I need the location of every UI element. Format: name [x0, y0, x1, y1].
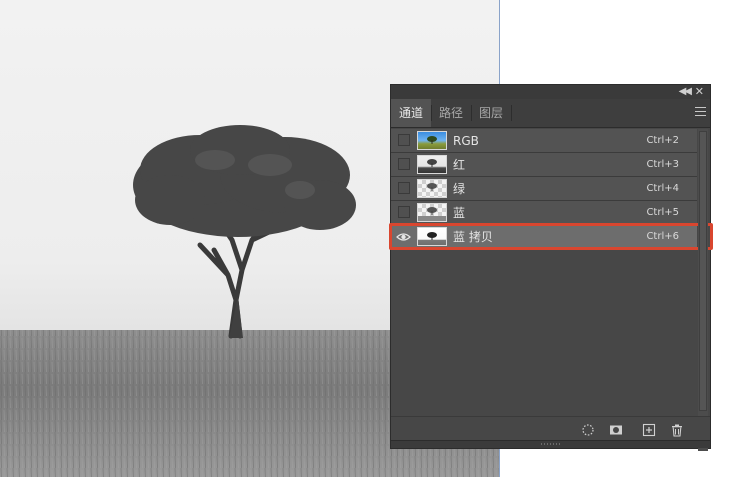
tab-paths[interactable]: 路径 — [431, 99, 471, 127]
channel-row-green[interactable]: 绿 Ctrl+4 — [391, 177, 697, 201]
channel-list: RGB Ctrl+2 红 Ctrl+3 绿 Ctrl+4 蓝 Ctrl+5 蓝 … — [389, 129, 713, 250]
channel-shortcut: Ctrl+5 — [646, 207, 679, 218]
channel-shortcut: Ctrl+2 — [646, 135, 679, 146]
channel-name: 蓝 — [453, 206, 466, 220]
save-selection-icon[interactable] — [609, 423, 623, 437]
visibility-toggle[interactable] — [398, 206, 410, 218]
channel-name: 红 — [453, 158, 466, 172]
load-selection-icon[interactable] — [581, 423, 595, 437]
channel-row-rgb[interactable]: RGB Ctrl+2 — [391, 129, 697, 153]
channel-row-blue[interactable]: 蓝 Ctrl+5 — [391, 201, 697, 225]
visibility-toggle[interactable] — [398, 182, 410, 194]
channel-thumbnail — [417, 227, 447, 246]
channel-name: RGB — [453, 134, 479, 148]
collapse-panel-icon[interactable]: ◀◀ — [679, 85, 692, 99]
channel-shortcut: Ctrl+4 — [646, 183, 679, 194]
channel-shortcut: Ctrl+6 — [646, 231, 679, 242]
channel-row-red[interactable]: 红 Ctrl+3 — [391, 153, 697, 177]
panel-titlebar[interactable]: ◀◀ ✕ — [391, 85, 710, 99]
channel-row-blue-copy[interactable]: 蓝 拷贝 Ctrl+6 — [389, 223, 713, 250]
visibility-toggle[interactable] — [398, 158, 410, 170]
panel-menu-icon[interactable] — [695, 107, 706, 118]
channel-name: 绿 — [453, 182, 466, 196]
panel-footer — [391, 416, 710, 443]
tab-channels[interactable]: 通道 — [391, 99, 431, 127]
panel-resize-grip[interactable] — [391, 440, 710, 448]
close-icon[interactable]: ✕ — [695, 85, 704, 99]
channel-thumbnail — [417, 155, 447, 174]
channel-thumbnail — [417, 203, 447, 222]
panel-tabbar: 通道 路径 图层 — [391, 99, 710, 128]
tab-layers[interactable]: 图层 — [471, 99, 511, 127]
scrollbar-thumb[interactable] — [699, 131, 707, 411]
scrollbar[interactable] — [698, 129, 708, 451]
eye-icon[interactable] — [396, 232, 411, 242]
channels-panel: ◀◀ ✕ 通道 路径 图层 RGB Ctrl+2 红 Ctrl+3 绿 Ctrl… — [389, 84, 713, 451]
visibility-toggle[interactable] — [398, 134, 410, 146]
new-channel-icon[interactable] — [642, 423, 656, 437]
channel-shortcut: Ctrl+3 — [646, 159, 679, 170]
channel-thumbnail — [417, 131, 447, 150]
channel-name: 蓝 拷贝 — [453, 230, 493, 244]
channel-thumbnail — [417, 179, 447, 198]
delete-icon[interactable] — [670, 423, 684, 437]
